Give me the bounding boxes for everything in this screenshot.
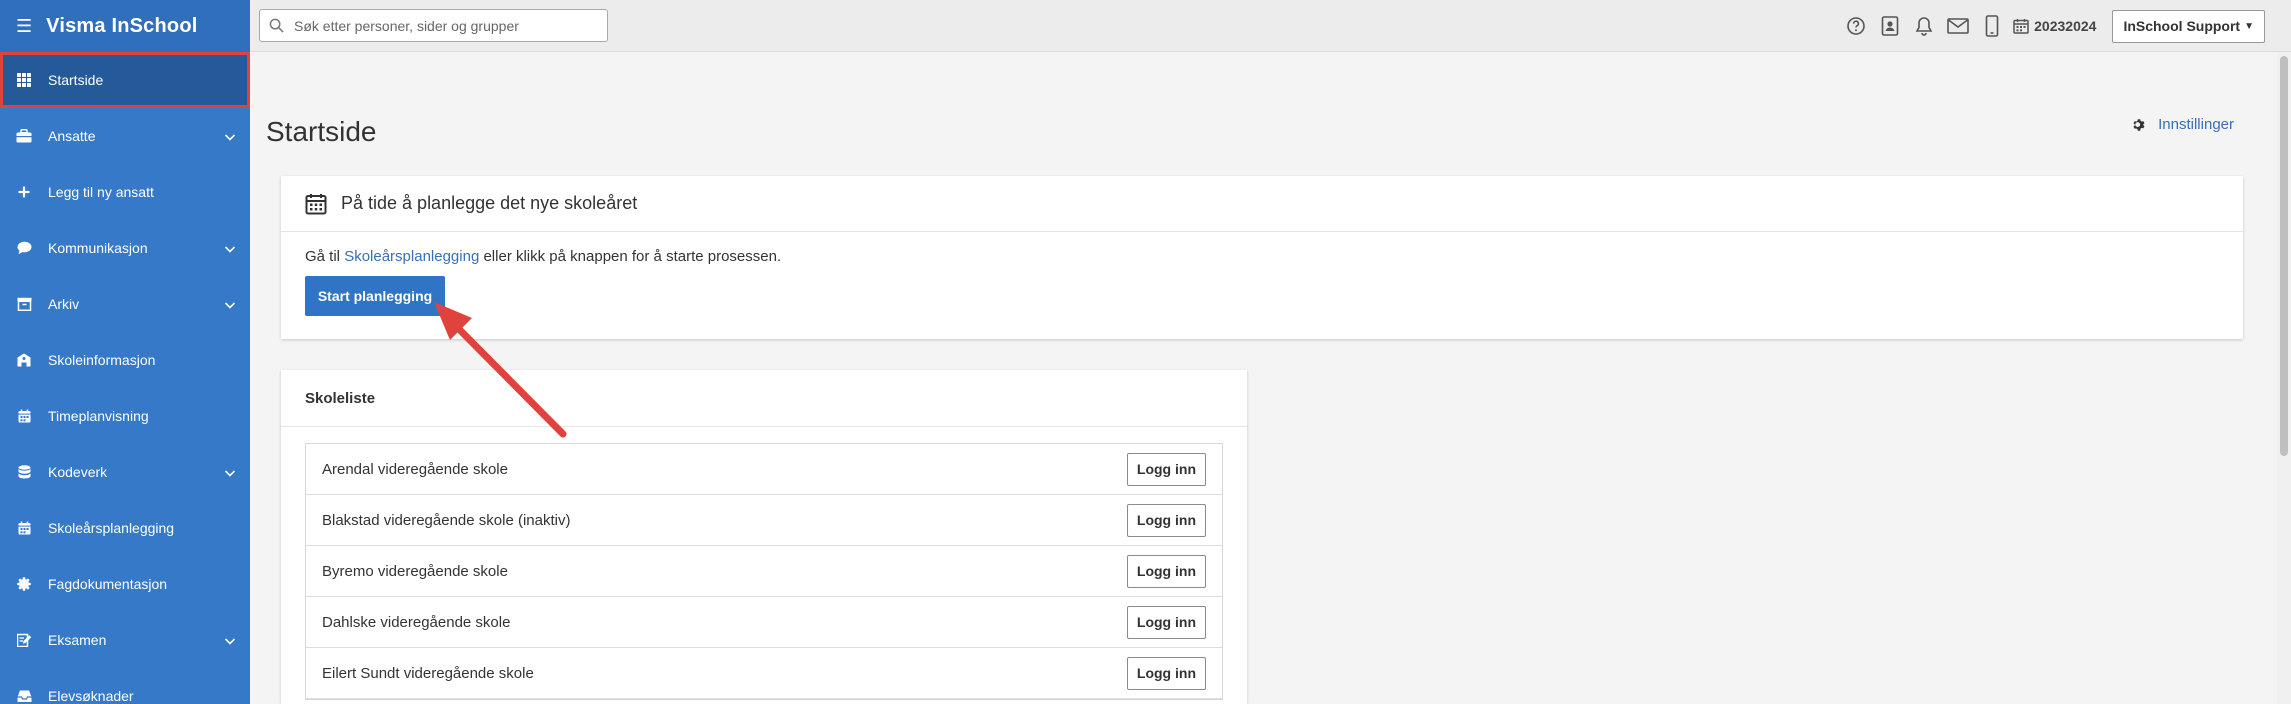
calendar-icon bbox=[305, 193, 327, 214]
school-icon bbox=[16, 352, 32, 368]
sidebar-item-ansatte[interactable]: Ansatte bbox=[0, 108, 250, 164]
inbox-icon bbox=[16, 688, 32, 704]
database-icon bbox=[16, 464, 32, 480]
user-menu-button[interactable]: InSchool Support ▼ bbox=[2112, 9, 2265, 43]
help-icon[interactable] bbox=[1839, 16, 1873, 36]
sidebar-item-startside[interactable]: Startside bbox=[0, 52, 250, 108]
sidebar-item-kodeverk[interactable]: Kodeverk bbox=[0, 444, 250, 500]
login-button[interactable]: Logg inn bbox=[1126, 656, 1206, 690]
school-list: Arendal videregående skole Logg inn Blakst… bbox=[305, 443, 1223, 700]
caret-down-icon: ▼ bbox=[2244, 20, 2254, 32]
skolearsplanlegging-link[interactable]: Skoleårsplanlegging bbox=[344, 248, 479, 265]
login-button[interactable]: Logg inn bbox=[1126, 452, 1206, 486]
topbar: 20232024 InSchool Support ▼ bbox=[250, 0, 2291, 52]
sidebar-item-label: Startside bbox=[48, 72, 104, 88]
archive-icon bbox=[16, 296, 32, 312]
sidebar-item-label: Fagdokumentasjon bbox=[48, 576, 168, 592]
school-row: Eilert Sundt videregående skole Logg inn bbox=[306, 648, 1222, 699]
school-year-label: 20232024 bbox=[2034, 18, 2097, 34]
badge-icon bbox=[16, 576, 32, 592]
sidebar-item-label: Kommunikasjon bbox=[48, 240, 148, 256]
plus-icon bbox=[16, 184, 32, 200]
sidebar-item-label: Timeplanvisning bbox=[48, 408, 149, 424]
school-row: Blakstad videregående skole (inaktiv) Log… bbox=[306, 495, 1222, 546]
school-row: Arendal videregående skole Logg inn bbox=[306, 444, 1222, 495]
school-year-selector[interactable]: 20232024 bbox=[2013, 18, 2096, 34]
sidebar-item-kommunikasjon[interactable]: Kommunikasjon bbox=[0, 220, 250, 276]
login-button[interactable]: Logg inn bbox=[1126, 503, 1206, 537]
search-box[interactable] bbox=[259, 9, 608, 42]
chat-icon bbox=[16, 240, 32, 256]
top-icons: 20232024 InSchool Support ▼ bbox=[1839, 0, 2265, 52]
sidebar-item-label: Eksamen bbox=[48, 632, 107, 648]
sidebar-item-skoleårsplanlegging[interactable]: Skoleårsplanlegging bbox=[0, 500, 250, 556]
planning-text-suffix: eller klikk på knappen for å starte pros… bbox=[479, 248, 782, 265]
sidebar-item-eksamen[interactable]: Eksamen bbox=[0, 612, 250, 668]
gear-icon bbox=[2133, 118, 2145, 131]
sidebar-item-elevsøknader[interactable]: Elevsøknader bbox=[0, 668, 250, 704]
chevron-down-icon[interactable] bbox=[224, 298, 236, 314]
briefcase-icon bbox=[16, 128, 32, 144]
planning-card-title: På tide å planlegge det nye skoleåret bbox=[341, 193, 638, 213]
sidebar-item-label: Legg til ny ansatt bbox=[48, 184, 154, 200]
sidebar-item-fagdokumentasjon[interactable]: Fagdokumentasjon bbox=[0, 556, 250, 612]
bell-icon[interactable] bbox=[1907, 16, 1941, 36]
school-name: Dahlske videregående skole bbox=[322, 613, 511, 631]
planning-text-prefix: Gå til bbox=[305, 248, 345, 265]
settings-link[interactable]: Innstillinger bbox=[2132, 116, 2234, 133]
sidebar-item-label: Skoleårsplanlegging bbox=[48, 520, 175, 536]
scrollbar-thumb[interactable] bbox=[2280, 56, 2288, 456]
planning-card-text: Gå til Skoleårsplanlegging eller klikk p… bbox=[305, 248, 2219, 265]
sidebar-item-label: Ansatte bbox=[48, 128, 96, 144]
search-icon bbox=[269, 18, 284, 33]
mail-icon[interactable] bbox=[1941, 17, 1975, 35]
calendar-icon bbox=[16, 520, 32, 536]
user-name: InSchool Support bbox=[2123, 18, 2241, 34]
planning-card-header: På tide å planlegge det nye skoleåret bbox=[281, 176, 2243, 232]
sidebar-item-label: Kodeverk bbox=[48, 464, 108, 480]
school-name: Arendal videregående skole bbox=[322, 460, 508, 478]
school-name: Blakstad videregående skole (inaktiv) bbox=[322, 511, 571, 529]
login-button[interactable]: Logg inn bbox=[1126, 605, 1206, 639]
calendar-icon bbox=[2013, 19, 2029, 34]
sidebar-item-legg-til-ny-ansatt[interactable]: Legg til ny ansatt bbox=[0, 164, 250, 220]
chevron-down-icon[interactable] bbox=[224, 634, 236, 650]
contact-card-icon[interactable] bbox=[1873, 16, 1907, 36]
calendar-icon bbox=[16, 408, 32, 424]
sidebar-nav: Startside Ansatte Legg til ny ansatt Kommun… bbox=[0, 52, 250, 704]
sidebar-item-label: Skoleinformasjon bbox=[48, 352, 156, 368]
sidebar-item-timeplanvisning[interactable]: Timeplanvisning bbox=[0, 388, 250, 444]
planning-card-body: Gå til Skoleårsplanlegging eller klikk p… bbox=[281, 232, 2243, 332]
sidebar: ☰ Visma InSchool Startside Ansatte Legg ti… bbox=[0, 0, 250, 704]
start-planning-button[interactable]: Start planlegging bbox=[305, 276, 445, 316]
settings-label: Innstillinger bbox=[2158, 116, 2234, 133]
edit-icon bbox=[16, 632, 32, 648]
school-row: Dahlske videregående skole Logg inn bbox=[306, 597, 1222, 648]
school-name: Byremo videregående skole bbox=[322, 562, 508, 580]
mobile-icon[interactable] bbox=[1975, 15, 2009, 37]
page-scrollbar[interactable] bbox=[2277, 52, 2291, 704]
sidebar-item-arkiv[interactable]: Arkiv bbox=[0, 276, 250, 332]
page-title: Startside bbox=[266, 116, 377, 147]
sidebar-item-label: Arkiv bbox=[48, 296, 80, 312]
school-row: Byremo videregående skole Logg inn bbox=[306, 546, 1222, 597]
school-list-card: Skoleliste Arendal videregående skole Log… bbox=[281, 370, 1247, 704]
brand-bar: ☰ Visma InSchool bbox=[0, 0, 250, 52]
app-title: Visma InSchool bbox=[46, 14, 198, 37]
school-list-title: Skoleliste bbox=[281, 370, 1247, 427]
login-button[interactable]: Logg inn bbox=[1126, 554, 1206, 588]
search-input[interactable] bbox=[294, 17, 594, 34]
hamburger-menu-icon[interactable]: ☰ bbox=[16, 16, 32, 37]
sidebar-item-label: Elevsøknader bbox=[48, 688, 134, 704]
chevron-down-icon[interactable] bbox=[224, 130, 236, 146]
chevron-down-icon[interactable] bbox=[224, 466, 236, 482]
school-name: Eilert Sundt videregående skole bbox=[322, 664, 534, 682]
grid-icon bbox=[16, 72, 32, 88]
chevron-down-icon[interactable] bbox=[224, 242, 236, 258]
planning-card: På tide å planlegge det nye skoleåret Gå… bbox=[281, 176, 2243, 339]
sidebar-item-skoleinformasjon[interactable]: Skoleinformasjon bbox=[0, 332, 250, 388]
